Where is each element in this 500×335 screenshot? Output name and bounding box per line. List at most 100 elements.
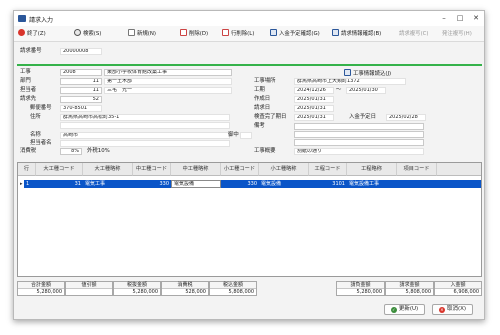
department-name-field: 第一土木部 (104, 78, 232, 85)
delete-button[interactable]: 削除(D) (180, 29, 208, 39)
invoice-amount-cell: 請求金額 5,808,000 (385, 281, 434, 296)
address-field[interactable]: 群馬県高崎市高松町35-1 (60, 114, 230, 121)
cell-mid-code[interactable]: 330 (133, 180, 171, 188)
delete-line-icon (222, 29, 229, 36)
detail-grid: 行 大工種コード 大工種略称 中工種コード 中工種略称 小工種コード 小工種略称… (17, 162, 482, 277)
department-code-field[interactable]: 11 (60, 78, 102, 85)
contact-field[interactable] (60, 140, 230, 147)
cell-item-code[interactable] (397, 180, 481, 188)
cell-major-code[interactable]: 31 (36, 180, 83, 188)
staff-code-field[interactable]: 11 (60, 87, 102, 94)
cell-mid-name-editor[interactable]: 電気設備 (171, 180, 221, 188)
col-mid-name: 中工種略称 (171, 163, 221, 176)
minimize-button[interactable]: – (438, 13, 450, 23)
delete-line-button[interactable]: 行削除(L) (222, 29, 254, 39)
remarks-label: 備考 (254, 123, 265, 129)
cancel-button[interactable]: ✕ 取消(X) (432, 304, 473, 315)
invoice-no-label: 請求番号 (20, 48, 42, 54)
deposit-cell: 入金額 6,908,000 (434, 281, 482, 296)
window-title: 請求入力 (29, 17, 54, 24)
period-separator: ～ (336, 87, 342, 93)
overview-label: 工事概要 (254, 148, 276, 154)
invoice-window: 請求入力 – □ ✕ 終了(Z) 検索(S) 新規(N) 削除(D) 行削除(L… (13, 10, 485, 320)
remarks-field-1[interactable] (294, 123, 424, 130)
contact-label: 担当者名 (30, 140, 52, 146)
company-name-label: 名称 (30, 132, 41, 138)
tax-type-text: 外税10% (87, 148, 110, 154)
company-name-field[interactable]: 高崎市 (60, 132, 230, 139)
stop-icon (18, 29, 25, 36)
new-document-icon (128, 29, 135, 36)
honorific-field[interactable] (240, 132, 252, 139)
tax-rate-field[interactable]: 8% (60, 148, 82, 155)
with-tax-cell: 税込金額 5,808,000 (209, 281, 257, 296)
project-code-field[interactable]: 2008 (60, 69, 102, 76)
order-copy-button[interactable]: 発注複写(H) (442, 29, 472, 39)
check-icon: ✓ (390, 307, 397, 313)
postal-field[interactable]: 370-8501 (60, 105, 102, 112)
remarks-field-2[interactable] (294, 131, 424, 138)
invoice-no-field[interactable]: 20000008 (60, 48, 102, 55)
inspection-field[interactable]: 2025/01/31 (294, 114, 334, 121)
update-button[interactable]: ✓ 更新(U) (384, 304, 425, 315)
created-field[interactable]: 2025/01/31 (294, 96, 334, 103)
site-field[interactable]: 群馬県高崎市上大類町1372 (294, 78, 406, 85)
deposit-plan-label: 入金予定日 (349, 114, 376, 120)
period-label: 工期 (254, 87, 265, 93)
address2-field[interactable] (60, 122, 230, 129)
invoice-date-label: 請求日 (254, 105, 271, 111)
remarks-field-3[interactable] (294, 139, 424, 146)
period-to-field[interactable]: 2025/01/30 (346, 87, 386, 94)
cell-minor-code[interactable]: 330 (221, 180, 259, 188)
col-major-name: 大工種略称 (83, 163, 133, 176)
col-proc-code: 工程コード (309, 163, 347, 176)
col-filler (437, 163, 481, 176)
close-window-button[interactable]: ✕ (470, 13, 482, 23)
totals-right: 請負金額 5,280,000 請求金額 5,808,000 入金額 6,908,000 (336, 281, 482, 296)
col-minor-name: 小工種略称 (259, 163, 309, 176)
end-button[interactable]: 終了(Z) (18, 29, 46, 39)
header-divider (17, 64, 482, 66)
billing-to-label: 請求先 (20, 96, 37, 102)
delete-document-icon (180, 29, 187, 36)
col-item-code: 項目コード (397, 163, 437, 176)
staff-label: 担当者 (20, 87, 37, 93)
search-icon (74, 29, 81, 36)
totals-left: 合計金額 5,280,000 値引額 税抜金額 5,280,000 消費税 528,0… (17, 281, 257, 296)
invoice-date-field[interactable]: 2025/01/31 (294, 105, 334, 112)
col-proc-name: 工程略称 (347, 163, 397, 176)
postal-label: 郵便番号 (30, 105, 52, 111)
honorific-label: 御中 (228, 132, 239, 138)
staff-name-field: 三宅 光一 (104, 87, 232, 94)
toolbar: 終了(Z) 検索(S) 新規(N) 削除(D) 行削除(L) 入金予定確認(G)… (14, 26, 484, 42)
load-icon (344, 69, 351, 76)
col-minor-code: 小工種コード (221, 163, 259, 176)
deposit-icon (270, 29, 277, 36)
tax-label: 消費税 (20, 148, 37, 154)
col-major-code: 大工種コード (36, 163, 83, 176)
cell-minor-name[interactable]: 電気設備 (259, 180, 309, 188)
cancel-icon: ✕ (438, 307, 445, 313)
period-from-field[interactable]: 2024/12/26 (294, 87, 334, 94)
invoice-copy-button[interactable]: 請求複写(C) (399, 29, 429, 39)
project-name-field[interactable]: 東部小学校体育館改築工事 (104, 69, 232, 76)
maximize-button[interactable]: □ (454, 13, 466, 23)
new-button[interactable]: 新規(N) (128, 29, 156, 39)
deposit-confirm-button[interactable]: 入金予定確認(G) (270, 29, 320, 39)
cell-proc-code[interactable]: 3101 (309, 180, 347, 188)
cell-proc-name[interactable]: 電気設備工事 (347, 180, 397, 188)
billing-to-code-field[interactable]: 52 (60, 96, 102, 103)
total-amount-cell: 合計金額 5,280,000 (17, 281, 65, 296)
discount-cell: 値引額 (65, 281, 113, 296)
table-row[interactable]: ▸ 1 31 電気工事 330 電気設備 330 電気設備 3101 電気設備工… (18, 180, 481, 188)
invoice-info-icon (332, 29, 339, 36)
cell-major-name[interactable]: 電気工事 (83, 180, 133, 188)
search-button[interactable]: 検索(S) (74, 29, 101, 39)
inspection-label: 検査完了期日 (254, 114, 287, 120)
pre-tax-cell: 税抜金額 5,280,000 (113, 281, 161, 296)
tax-amount-cell: 消費税 528,000 (161, 281, 209, 296)
overview-field[interactable]: 別紙の通り (294, 148, 424, 155)
deposit-plan-field[interactable]: 2025/02/28 (386, 114, 426, 121)
cell-row-no[interactable]: 1 (24, 180, 36, 188)
invoice-confirm-button[interactable]: 請求情報確認(B) (332, 29, 381, 39)
